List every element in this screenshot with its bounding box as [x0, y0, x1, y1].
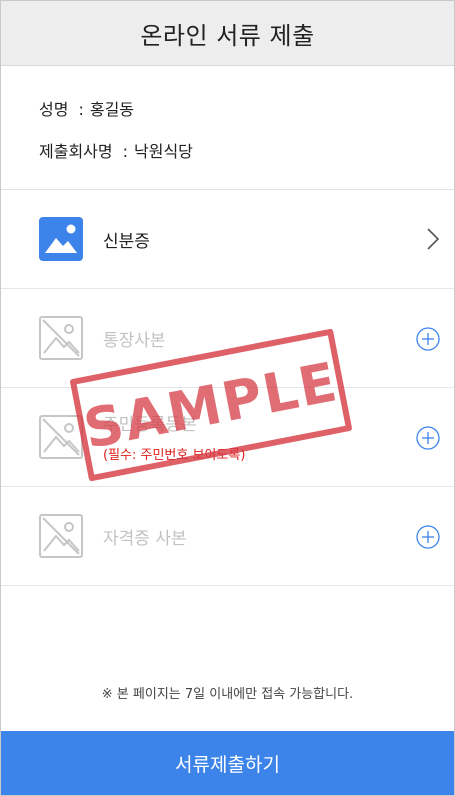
document-row-bankbook[interactable]: 통장사본 — [1, 289, 454, 388]
plus-circle-icon[interactable] — [416, 327, 440, 351]
company-label: 제출회사명 — [39, 142, 113, 161]
applicant-name-row: 성명: 홍길동 — [39, 96, 454, 120]
name-value: 홍길동 — [89, 100, 135, 119]
header-bar: 온라인 서류 제출 — [1, 1, 454, 66]
applicant-info: 성명: 홍길동 제출회사명: 낙원식당 — [1, 66, 454, 190]
document-label: 자격증 사본 — [103, 528, 187, 549]
document-label: 주민등록등본 — [103, 415, 197, 435]
image-missing-icon — [39, 514, 83, 558]
submit-documents-button[interactable]: 서류제출하기 — [1, 731, 454, 795]
document-row-id-card[interactable]: 신분증 — [1, 190, 454, 289]
chevron-right-icon[interactable] — [426, 227, 440, 251]
company-value: 낙원식당 — [134, 142, 193, 161]
company-name-row: 제출회사명: 낙원식당 — [39, 138, 454, 162]
document-label: 신분증 — [103, 231, 150, 252]
name-label: 성명 — [39, 100, 69, 119]
page-title: 온라인 서류 제출 — [140, 21, 315, 50]
access-notice: ※ 본 페이지는 7일 이내에만 접속 가능합니다. — [101, 687, 354, 702]
plus-circle-icon[interactable] — [416, 426, 440, 450]
document-row-certificate[interactable]: 자격증 사본 — [1, 487, 454, 586]
image-uploaded-icon — [39, 217, 83, 261]
document-label: 통장사본 — [103, 330, 166, 351]
required-note: (필수: 주민번호 보이도록) — [103, 448, 246, 463]
image-missing-icon — [39, 415, 83, 459]
company-separator: : — [122, 142, 128, 161]
plus-circle-icon[interactable] — [416, 525, 440, 549]
image-missing-icon — [39, 316, 83, 360]
app-screen: 온라인 서류 제출 성명: 홍길동 제출회사명: 낙원식당 신분증 통장사본 주… — [0, 0, 455, 796]
name-separator: : — [78, 100, 84, 119]
document-row-resident-register[interactable]: 주민등록등본 (필수: 주민번호 보이도록) — [1, 388, 454, 487]
